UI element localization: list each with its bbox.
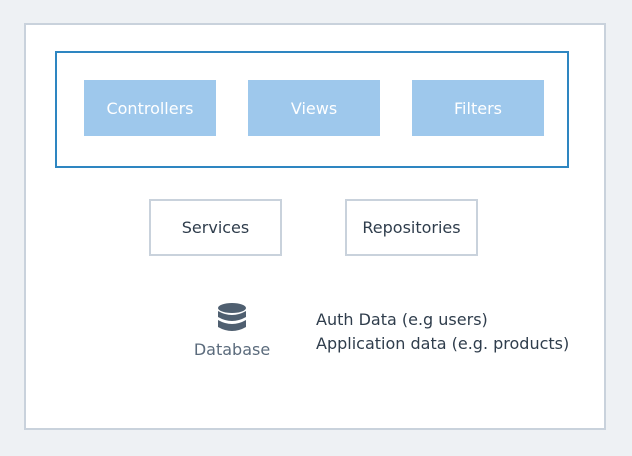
views-label: Views	[290, 98, 338, 118]
application-data-note: Application data (e.g. products)	[316, 334, 570, 353]
diagram-canvas: Controllers Views Filters Services Repos…	[0, 0, 632, 456]
services-box: Services	[149, 199, 282, 256]
filters-label: Filters	[454, 98, 502, 118]
database-icon	[218, 303, 246, 331]
filters-box: Filters	[412, 80, 544, 136]
controllers-box: Controllers	[84, 80, 216, 136]
services-label: Services	[181, 218, 250, 237]
auth-data-note: Auth Data (e.g users)	[316, 310, 488, 329]
repositories-label: Repositories	[362, 218, 461, 237]
database-label: Database	[193, 340, 271, 359]
repositories-box: Repositories	[345, 199, 478, 256]
controllers-label: Controllers	[106, 98, 194, 118]
views-box: Views	[248, 80, 380, 136]
